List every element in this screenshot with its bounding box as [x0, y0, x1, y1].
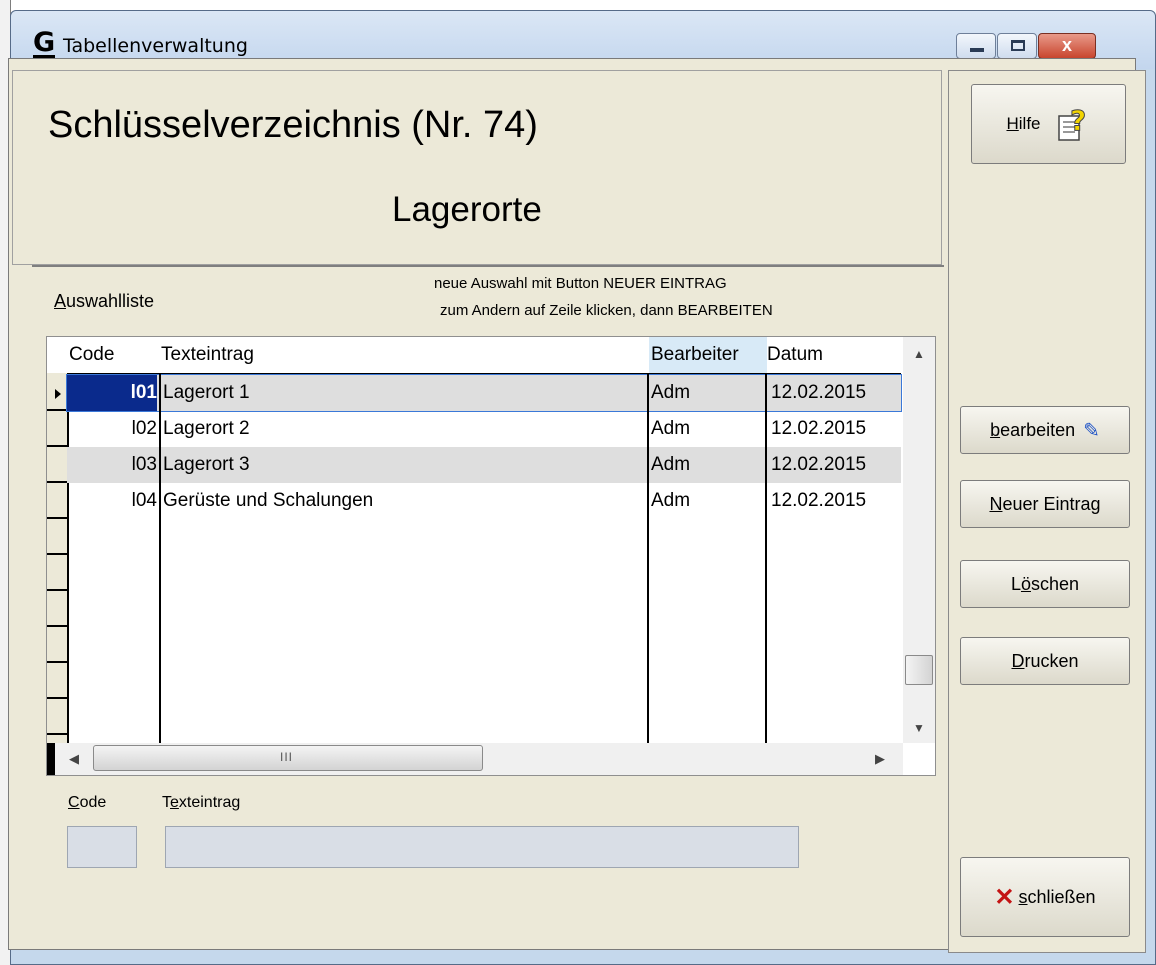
code-field[interactable]: [67, 826, 137, 868]
edit-button-label: bearbeiten: [990, 419, 1076, 440]
vertical-scroll-thumb[interactable]: [905, 655, 933, 685]
horizontal-scrollbar[interactable]: ◀ III ▶: [55, 743, 903, 775]
column-header-texteintrag[interactable]: Texteintrag: [161, 337, 254, 373]
app-icon-glyph: G: [33, 27, 56, 58]
cell-text[interactable]: Gerüste und Schalungen: [163, 483, 373, 519]
desktop-top: [0, 0, 1156, 10]
column-header-code[interactable]: Code: [69, 337, 114, 373]
maximize-button[interactable]: [997, 33, 1037, 59]
grid-header: Code Texteintrag Bearbeiter Datum: [47, 337, 901, 375]
column-header-bearbeiter[interactable]: Bearbeiter: [649, 337, 767, 373]
new-entry-button[interactable]: Neuer Eintrag: [960, 480, 1130, 528]
current-row-indicator-icon: [55, 389, 61, 399]
close-button-label: schließen: [1018, 886, 1096, 907]
scroll-down-icon[interactable]: ▼: [913, 721, 925, 735]
cell-user[interactable]: Adm: [651, 411, 690, 447]
scroll-right-icon[interactable]: ▶: [875, 751, 885, 767]
hint-new-entry: neue Auswahl mit Button NEUER EINTRAG: [434, 275, 727, 292]
page-subtitle: Lagerorte: [392, 190, 542, 229]
cell-user[interactable]: Adm: [651, 375, 690, 411]
vertical-scrollbar[interactable]: ▲ ▼: [903, 337, 935, 743]
cell-date[interactable]: 12.02.2015: [771, 483, 866, 519]
page-title: Schlüsselverzeichnis (Nr. 74): [48, 104, 538, 146]
row-selector-column[interactable]: [47, 373, 69, 743]
help-button-label: Hilfe: [1006, 114, 1041, 133]
cell-user[interactable]: Adm: [651, 483, 690, 519]
maximize-icon: [1011, 40, 1025, 51]
code-field-label: Code: [68, 794, 107, 811]
close-button[interactable]: ✕ schließen: [960, 857, 1130, 937]
cell-text[interactable]: Lagerort 2: [163, 411, 250, 447]
data-grid[interactable]: Code Texteintrag Bearbeiter Datum l01 La…: [46, 336, 936, 776]
scroll-corner: [47, 743, 55, 775]
help-button[interactable]: Hilfe ?: [971, 84, 1126, 164]
cell-code[interactable]: l01: [67, 375, 157, 411]
cell-code[interactable]: l03: [67, 447, 157, 483]
header-panel: [12, 70, 942, 265]
scroll-left-icon[interactable]: ◀: [69, 751, 79, 767]
close-window-button[interactable]: x: [1038, 33, 1096, 59]
cell-date[interactable]: 12.02.2015: [771, 411, 866, 447]
close-icon: x: [1061, 35, 1072, 55]
column-divider: [765, 373, 767, 745]
delete-button-label: Löschen: [1010, 573, 1080, 594]
cell-date[interactable]: 12.02.2015: [771, 375, 866, 411]
window-title: Tabellenverwaltung: [63, 35, 248, 57]
print-button-label: Drucken: [1011, 650, 1079, 671]
new-entry-button-label: Neuer Eintrag: [989, 493, 1101, 514]
horizontal-scroll-thumb[interactable]: III: [93, 745, 483, 771]
table-row[interactable]: l03 Lagerort 3 Adm 12.02.2015: [67, 447, 901, 483]
edit-icon: ✎: [1083, 419, 1100, 442]
scroll-grip: III: [280, 750, 294, 764]
edit-button[interactable]: bearbeiten ✎: [960, 406, 1130, 454]
cell-code[interactable]: l04: [67, 483, 157, 519]
table-row[interactable]: l01 Lagerort 1 Adm 12.02.2015: [66, 374, 902, 412]
svg-text:?: ?: [1070, 104, 1086, 137]
text-field-label: Texteintrag: [162, 794, 241, 811]
column-header-datum[interactable]: Datum: [767, 337, 823, 373]
cell-code[interactable]: l02: [67, 411, 157, 447]
print-button[interactable]: Drucken: [960, 637, 1130, 685]
column-divider: [159, 373, 161, 745]
table-row[interactable]: l02 Lagerort 2 Adm 12.02.2015: [67, 411, 901, 447]
list-label: Auswahlliste: [54, 291, 155, 311]
minimize-icon: [970, 48, 984, 52]
delete-button[interactable]: Löschen: [960, 560, 1130, 608]
help-document-icon: ?: [1055, 104, 1091, 144]
scroll-up-icon[interactable]: ▲: [913, 347, 925, 361]
header-divider: [32, 265, 944, 267]
cell-user[interactable]: Adm: [651, 447, 690, 483]
text-field[interactable]: [165, 826, 799, 868]
cell-date[interactable]: 12.02.2015: [771, 447, 866, 483]
cell-text[interactable]: Lagerort 3: [163, 447, 250, 483]
cell-text[interactable]: Lagerort 1: [163, 375, 250, 411]
close-x-icon: ✕: [994, 883, 1015, 911]
table-row[interactable]: l04 Gerüste und Schalungen Adm 12.02.201…: [67, 483, 901, 519]
hint-edit-entry: zum Andern auf Zeile klicken, dann BEARB…: [440, 302, 773, 319]
column-divider: [647, 373, 649, 745]
minimize-button[interactable]: [956, 33, 996, 59]
